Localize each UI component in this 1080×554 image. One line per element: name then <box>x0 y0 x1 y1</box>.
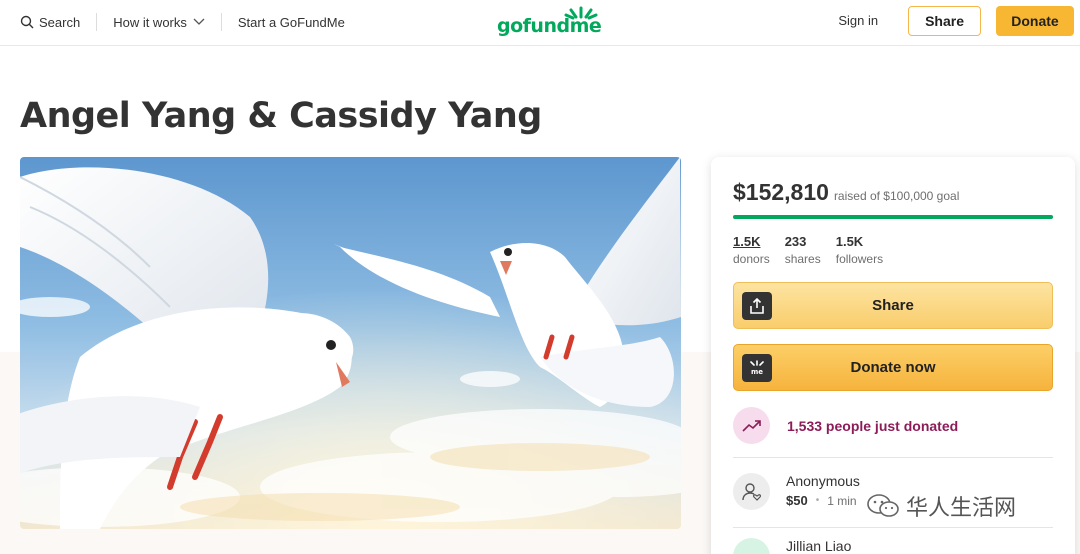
donor-name: Anonymous <box>786 473 860 489</box>
trending-up-icon <box>733 407 770 444</box>
donation-time: 1 min <box>827 493 857 508</box>
stat-followers: 1.5K followers <box>836 234 883 266</box>
nav-divider <box>220 13 222 31</box>
stats-row: 1.5K donors 233 shares 1.5K followers <box>733 234 898 266</box>
nav-left: Search How it works Start a GoFundMe <box>20 0 345 44</box>
header-donate-button[interactable]: Donate <box>996 5 1074 36</box>
stat-donors[interactable]: 1.5K donors <box>733 234 770 266</box>
nav-divider <box>96 13 98 31</box>
separator-dot: • <box>815 495 820 506</box>
progress-bar <box>733 215 1053 219</box>
start-gofundme-label: Start a GoFundMe <box>237 14 345 30</box>
wechat-logo-icon <box>867 494 899 517</box>
start-gofundme-link[interactable]: Start a GoFundMe <box>238 15 345 30</box>
logo-text: gofundme <box>497 15 602 37</box>
doves-photo <box>20 157 681 529</box>
recent-activity-text: 1,533 people just donated <box>787 417 959 434</box>
watermark: 华人生活网 <box>866 490 1016 522</box>
search-label: Search <box>39 14 81 30</box>
donation-item: Anonymous $50 • 1 min <box>733 473 860 510</box>
svg-text:me: me <box>751 368 763 376</box>
search-icon <box>20 15 34 29</box>
goal-text: raised of $100,000 goal <box>833 189 960 203</box>
stat-label: followers <box>835 252 884 266</box>
campaign-title: Angel Yang & Cassidy Yang <box>20 96 542 136</box>
top-nav-bar: Search How it works Start a GoFundMe gof… <box>0 0 1080 46</box>
recent-activity: 1,533 people just donated <box>733 407 958 444</box>
search-link[interactable]: Search <box>20 15 80 30</box>
donor-avatar-icon <box>733 473 770 510</box>
donation-amount: $50 <box>786 493 808 508</box>
stat-label: shares <box>784 252 821 266</box>
donate-now-label: Donate now <box>850 359 936 376</box>
chevron-down-icon <box>193 18 205 25</box>
stat-value: 1.5K <box>733 234 761 249</box>
gofundme-me-icon: me <box>742 354 772 382</box>
donor-info: Jillian Liao <box>786 538 851 554</box>
how-it-works-menu[interactable]: How it works <box>113 15 205 30</box>
donor-name: Jillian Liao <box>786 538 852 554</box>
amount-raised-value: $152,810 <box>733 179 829 205</box>
campaign-hero-image[interactable] <box>20 157 681 529</box>
amount-raised: $152,810 raised of $100,000 goal <box>733 179 959 206</box>
sign-in-link[interactable]: Sign in <box>838 13 878 28</box>
stat-value: 233 <box>784 234 807 249</box>
share-button[interactable]: Share <box>733 282 1053 329</box>
donor-info: Anonymous $50 • 1 min <box>786 473 860 508</box>
header-share-button[interactable]: Share <box>908 5 981 36</box>
progress-fill <box>733 215 1053 219</box>
divider <box>733 527 1053 528</box>
donation-item: Jillian Liao <box>733 538 851 554</box>
stat-shares: 233 shares <box>785 234 821 266</box>
watermark-text: 华人生活网 <box>906 496 1017 521</box>
how-it-works-label: How it works <box>113 14 187 30</box>
divider <box>733 457 1053 458</box>
gofundme-logo[interactable]: gofundme <box>497 6 607 40</box>
donor-meta: $50 • 1 min <box>786 493 860 508</box>
donate-now-button[interactable]: me Donate now <box>733 344 1053 391</box>
share-icon <box>742 292 772 320</box>
donor-avatar-icon <box>733 538 770 554</box>
stat-label: donors <box>733 252 770 266</box>
share-button-label: Share <box>872 297 914 314</box>
nav-right: Sign in Share Donate <box>838 5 1074 36</box>
stat-value: 1.5K <box>835 234 864 249</box>
